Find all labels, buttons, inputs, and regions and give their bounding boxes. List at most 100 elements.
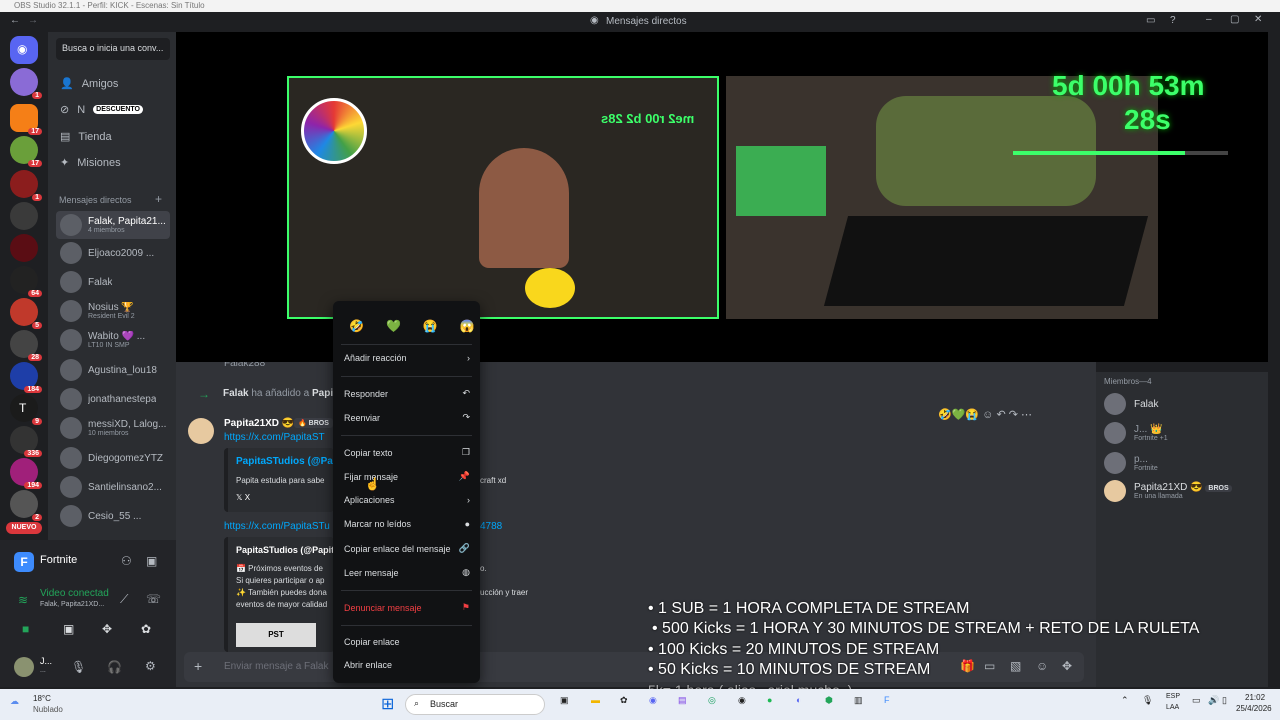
gift-icon[interactable]: 🎁 xyxy=(960,659,975,673)
dm-item[interactable]: Falak xyxy=(56,268,170,296)
app-icon[interactable]: ▤ xyxy=(678,695,687,706)
network-icon[interactable]: ▭ xyxy=(1192,695,1201,706)
server-icon[interactable] xyxy=(10,202,38,230)
add-reaction-icon[interactable]: ☺ xyxy=(982,409,993,421)
start-icon[interactable]: ⊞ xyxy=(381,694,394,714)
menu-item-copy-link[interactable]: Copiar enlace xyxy=(344,637,470,647)
avatar[interactable] xyxy=(14,657,34,677)
menu-item-apps[interactable]: Aplicaciones › xyxy=(344,495,470,505)
member-item[interactable]: p... Fortnite xyxy=(1104,452,1158,474)
apps-icon[interactable]: ✥ xyxy=(1062,659,1072,673)
back-arrow-icon[interactable]: ← xyxy=(10,15,20,26)
noise-suppression-icon[interactable]: ⟋ xyxy=(120,592,128,607)
server-icon[interactable]: T9 xyxy=(10,394,42,425)
dm-item[interactable]: Eljoaco2009 ... xyxy=(56,239,170,267)
member-item[interactable]: Papita21XD 😎 BROS En una llamada xyxy=(1104,480,1232,502)
join-activity-icon[interactable]: ⚇ xyxy=(121,554,132,568)
help-icon[interactable]: ? xyxy=(1170,15,1176,26)
server-icon[interactable]: 194 xyxy=(10,458,42,489)
obs-icon[interactable]: ◉ xyxy=(738,695,746,706)
language-code[interactable]: ESP xyxy=(1166,693,1180,700)
server-icon[interactable]: 64 xyxy=(10,266,42,297)
member-item[interactable]: J... 👑 Fortnite +1 xyxy=(1104,422,1168,444)
server-icon[interactable]: 1 xyxy=(10,170,42,201)
embed-title[interactable]: PapitaSTudios (@Papita xyxy=(236,545,339,555)
sticker-icon[interactable]: ▧ xyxy=(1010,659,1021,673)
volume-icon[interactable]: 🔊 xyxy=(1208,695,1219,706)
dm-item[interactable]: Wabito 💜 ... LT10 IN SMP xyxy=(56,326,170,354)
menu-item-copy-message-link[interactable]: Copiar enlace del mensaje 🔗 xyxy=(344,543,470,554)
dm-item[interactable]: Santielinsano2... xyxy=(56,473,170,501)
tray-chevron-icon[interactable]: ⌃ xyxy=(1121,695,1129,706)
menu-item-read-message[interactable]: Leer mensaje ◍ xyxy=(344,567,470,578)
reaction-rofl-icon[interactable]: 🤣 xyxy=(938,409,952,421)
nav-nitro[interactable]: ⊘ N DESCUENTO xyxy=(60,103,143,116)
menu-item-mark-unread[interactable]: Marcar no leídos ● xyxy=(344,519,470,529)
add-dm-icon[interactable]: + xyxy=(155,192,162,206)
server-icon[interactable]: 5 xyxy=(10,298,42,329)
embed-image[interactable]: PST xyxy=(236,623,316,647)
menu-item-forward[interactable]: Reenviar ↷ xyxy=(344,412,470,423)
server-icon[interactable]: 1 xyxy=(10,68,42,99)
dm-item[interactable]: Falak, Papita21... 4 miembros xyxy=(56,211,170,239)
server-icon[interactable]: 336 xyxy=(10,426,42,457)
reaction-heart-icon[interactable]: 💚 xyxy=(952,409,966,421)
server-icon[interactable]: 2 xyxy=(10,490,42,521)
server-icon[interactable]: 17 xyxy=(10,136,42,167)
clock-time[interactable]: 21:02 xyxy=(1245,693,1265,702)
task-view-icon[interactable]: ▣ xyxy=(560,695,569,706)
reaction-cry-icon[interactable]: 😭 xyxy=(965,409,979,421)
forward-arrow-icon[interactable]: → xyxy=(28,15,38,26)
dm-item[interactable]: Cesio_55 ... xyxy=(56,502,170,530)
menu-item-pin[interactable]: Fijar mensaje 📌 xyxy=(344,471,470,482)
reaction-heart-icon[interactable]: 💚 xyxy=(386,319,401,333)
gif-icon[interactable]: ▭ xyxy=(984,659,995,673)
message-link[interactable]: https://x.com/PapitaSTu xyxy=(224,521,330,532)
minimize-icon[interactable]: – xyxy=(1206,14,1212,25)
epic-games-icon[interactable]: ▥ xyxy=(854,695,863,706)
dm-item[interactable]: DiegogomezYTZ xyxy=(56,444,170,472)
app-icon[interactable]: ◐ xyxy=(796,695,801,705)
dm-item[interactable]: Agustina_lou18 xyxy=(56,356,170,384)
taskbar-search[interactable]: ⌕ Buscar xyxy=(405,694,545,715)
headphones-icon[interactable]: 🎧 xyxy=(107,660,122,674)
search-input[interactable]: Busca o inicia una conv... xyxy=(56,38,170,60)
message-link-tail[interactable]: 4788 xyxy=(480,521,502,532)
embed-title[interactable]: PapitaSTudios (@Pap xyxy=(236,456,339,467)
server-icon[interactable]: 17 xyxy=(10,104,42,135)
message-author[interactable]: Papita21XD 😎 xyxy=(224,418,294,429)
reaction-rofl-icon[interactable]: 🤣 xyxy=(349,319,364,333)
reaction-scream-icon[interactable]: 😱 xyxy=(460,319,475,333)
emoji-icon[interactable]: ☺ xyxy=(1036,659,1048,673)
reply-icon[interactable]: ↶ xyxy=(996,409,1005,421)
activities-icon[interactable]: ✥ xyxy=(102,622,112,636)
tray-mic-icon[interactable]: 🎙 xyxy=(1142,695,1153,706)
more-icon[interactable]: ⋯ xyxy=(1021,409,1032,421)
maximize-icon[interactable]: ▢ xyxy=(1230,14,1239,25)
soundboard-icon[interactable]: ✿ xyxy=(141,622,151,636)
disconnect-icon[interactable]: ☏ xyxy=(146,592,161,606)
nav-quests[interactable]: ✦ Misiones xyxy=(60,156,121,170)
nav-shop[interactable]: ▤ Tienda xyxy=(60,130,112,144)
dm-item[interactable]: Nosius 🏆 Resident Evil 2 xyxy=(56,297,170,325)
message-link[interactable]: https://x.com/PapitaST xyxy=(224,432,325,443)
file-explorer-icon[interactable]: ▬ xyxy=(591,695,600,705)
server-icon[interactable]: 28 xyxy=(10,330,42,361)
chatgpt-icon[interactable]: ✿ xyxy=(620,695,628,706)
menu-item-report[interactable]: Denunciar mensaje ⚑ xyxy=(344,602,470,613)
member-item[interactable]: Falak xyxy=(1104,393,1158,415)
app-icon[interactable]: ⬢ xyxy=(825,695,833,706)
screen-icon[interactable]: ▣ xyxy=(146,554,157,568)
fortnite-taskbar-icon[interactable]: F xyxy=(884,695,890,705)
close-icon[interactable]: ✕ xyxy=(1254,14,1262,25)
chrome-icon[interactable]: ◎ xyxy=(708,695,716,706)
avatar[interactable] xyxy=(188,418,214,444)
camera-icon[interactable]: ■ xyxy=(22,622,29,636)
spotify-icon[interactable]: ● xyxy=(767,695,772,705)
menu-item-reply[interactable]: Responder ↶ xyxy=(344,388,470,399)
gear-icon[interactable]: ⚙ xyxy=(145,659,156,673)
battery-icon[interactable]: ▯ xyxy=(1222,695,1227,706)
server-icon[interactable]: 184 xyxy=(10,362,42,393)
menu-item-open-link[interactable]: Abrir enlace xyxy=(344,660,470,670)
dm-home-button[interactable]: ◉ xyxy=(10,36,38,64)
